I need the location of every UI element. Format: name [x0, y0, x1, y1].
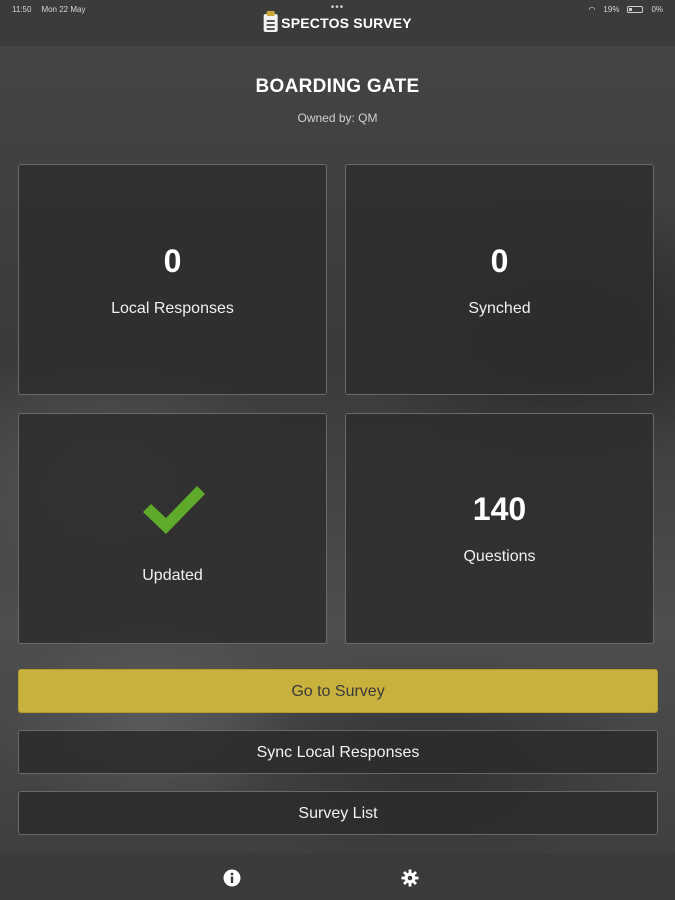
status-battery-percent: 19% — [603, 5, 620, 14]
synched-label: Synched — [468, 300, 531, 317]
status-date: Mon 22 May — [41, 5, 86, 14]
local-responses-label: Local Responses — [111, 300, 234, 317]
survey-owner: Owned by: QM — [297, 111, 378, 125]
status-time: 11:50 — [12, 5, 32, 14]
synched-card: 0 Synched — [345, 164, 654, 395]
status-battery-right: 0% — [651, 5, 663, 14]
updated-label: Updated — [142, 567, 203, 584]
info-icon — [223, 869, 241, 887]
app-header: 11:50 Mon 22 May ••• ◠ 19% 0% SPECTOS SU… — [0, 0, 675, 46]
questions-card: 140 Questions — [345, 413, 654, 644]
local-responses-card: 0 Local Responses — [18, 164, 327, 395]
local-responses-count: 0 — [163, 243, 182, 279]
questions-label: Questions — [463, 548, 536, 565]
survey-list-button[interactable]: Survey List — [18, 791, 658, 835]
brand-logo: SPECTOS SURVEY — [263, 11, 412, 32]
checkmark-icon — [143, 486, 205, 534]
questions-count: 140 — [472, 491, 527, 527]
bottom-nav — [0, 853, 675, 900]
sync-local-responses-button[interactable]: Sync Local Responses — [18, 730, 658, 774]
wifi-icon: ◠ — [588, 5, 596, 14]
brand-name: SPECTOS SURVEY — [281, 15, 412, 31]
survey-title: BOARDING GATE — [255, 76, 420, 97]
synched-count: 0 — [490, 243, 509, 279]
clipboard-icon — [263, 11, 278, 32]
gear-icon — [401, 869, 419, 887]
info-tab[interactable] — [221, 867, 243, 889]
battery-icon — [627, 6, 644, 13]
updated-card: Updated — [18, 413, 327, 644]
multitasking-dots-icon[interactable]: ••• — [331, 2, 345, 13]
survey-dashboard: 11:50 Mon 22 May ••• ◠ 19% 0% SPECTOS SU… — [0, 0, 675, 900]
settings-tab[interactable] — [399, 867, 421, 889]
go-to-survey-button[interactable]: Go to Survey — [18, 669, 658, 713]
